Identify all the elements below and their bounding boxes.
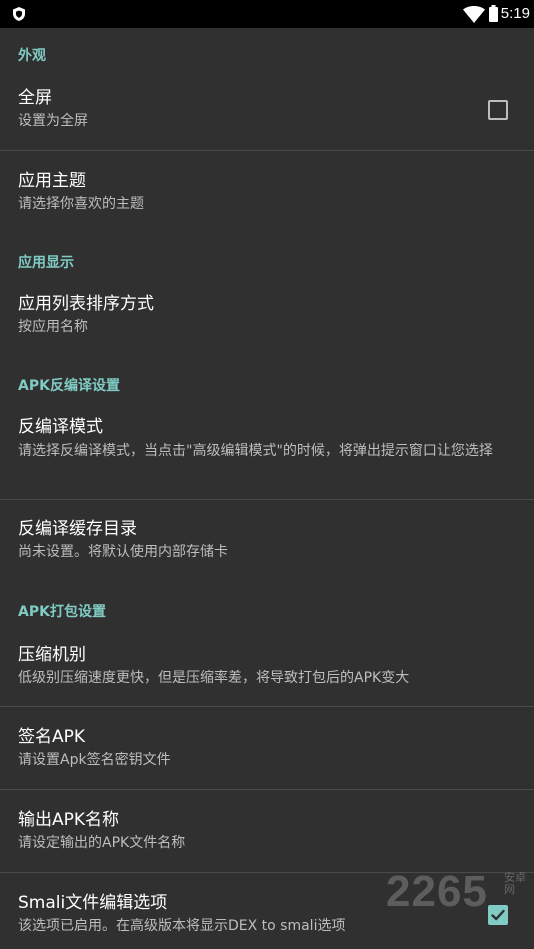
section-header-build: APK打包设置	[18, 604, 106, 620]
pref-compression-level-title: 压缩机别	[18, 645, 86, 665]
pref-fullscreen[interactable]: 全屏 设置为全屏	[0, 76, 534, 150]
pref-sign-apk[interactable]: 签名APK 请设置Apk签名密钥文件	[0, 707, 534, 789]
fullscreen-checkbox[interactable]	[488, 100, 508, 120]
pref-sort-order-summary: 按应用名称	[18, 319, 88, 335]
watermark-sub: 安卓网	[504, 871, 526, 896]
pref-decompile-cache-dir-summary: 尚未设置。将默认使用内部存储卡	[18, 544, 228, 560]
status-bar: 5:19	[0, 0, 534, 28]
pref-sign-apk-summary: 请设置Apk签名密钥文件	[18, 752, 171, 768]
watermark-digits: 2265	[386, 867, 488, 916]
pref-sort-order[interactable]: 应用列表排序方式 按应用名称	[0, 283, 534, 349]
section-header-decompile: APK反编译设置	[18, 378, 120, 394]
status-time: 5:19	[500, 5, 530, 22]
pref-compression-level[interactable]: 压缩机别 低级别压缩速度更快，但是压缩率差，将导致打包后的APK变大	[0, 632, 534, 706]
pref-fullscreen-summary: 设置为全屏	[18, 113, 88, 129]
pref-smali-edit-options-title: Smali文件编辑选项	[18, 893, 168, 913]
wifi-icon	[463, 6, 485, 23]
pref-decompile-cache-dir[interactable]: 反编译缓存目录 尚未设置。将默认使用内部存储卡	[0, 500, 534, 568]
pref-app-theme-title: 应用主题	[18, 171, 86, 191]
pref-sign-apk-title: 签名APK	[18, 727, 86, 747]
pref-decompile-cache-dir-title: 反编译缓存目录	[18, 519, 137, 539]
pref-sort-order-title: 应用列表排序方式	[18, 294, 154, 314]
pref-app-theme[interactable]: 应用主题 请选择你喜欢的主题	[0, 151, 534, 223]
pref-output-apk-name-summary: 请设定输出的APK文件名称	[18, 835, 186, 851]
pref-output-apk-name-title: 输出APK名称	[18, 810, 120, 830]
pref-smali-edit-options-summary: 该选项已启用。在高级版本将显示DEX to smali选项	[18, 918, 346, 934]
pref-compression-level-summary: 低级别压缩速度更快，但是压缩率差，将导致打包后的APK变大	[18, 670, 410, 686]
pref-decompile-mode-summary: 请选择反编译模式，当点击"高级编辑模式"的时候，将弹出提示窗口让您选择	[18, 443, 493, 459]
shield-notification-icon	[13, 7, 25, 21]
pref-decompile-mode[interactable]: 反编译模式 请选择反编译模式，当点击"高级编辑模式"的时候，将弹出提示窗口让您选…	[0, 406, 534, 499]
pref-fullscreen-title: 全屏	[18, 88, 52, 108]
settings-list[interactable]: 外观 全屏 设置为全屏 应用主题 请选择你喜欢的主题 应用显示 应用列表排序方式…	[0, 28, 534, 949]
watermark-logo: 2265 安卓网	[386, 866, 534, 918]
pref-app-theme-summary: 请选择你喜欢的主题	[18, 196, 144, 212]
pref-output-apk-name[interactable]: 输出APK名称 请设定输出的APK文件名称	[0, 790, 534, 872]
pref-decompile-mode-title: 反编译模式	[18, 417, 103, 437]
section-header-appearance: 外观	[18, 48, 46, 64]
section-header-app-display: 应用显示	[18, 255, 74, 271]
